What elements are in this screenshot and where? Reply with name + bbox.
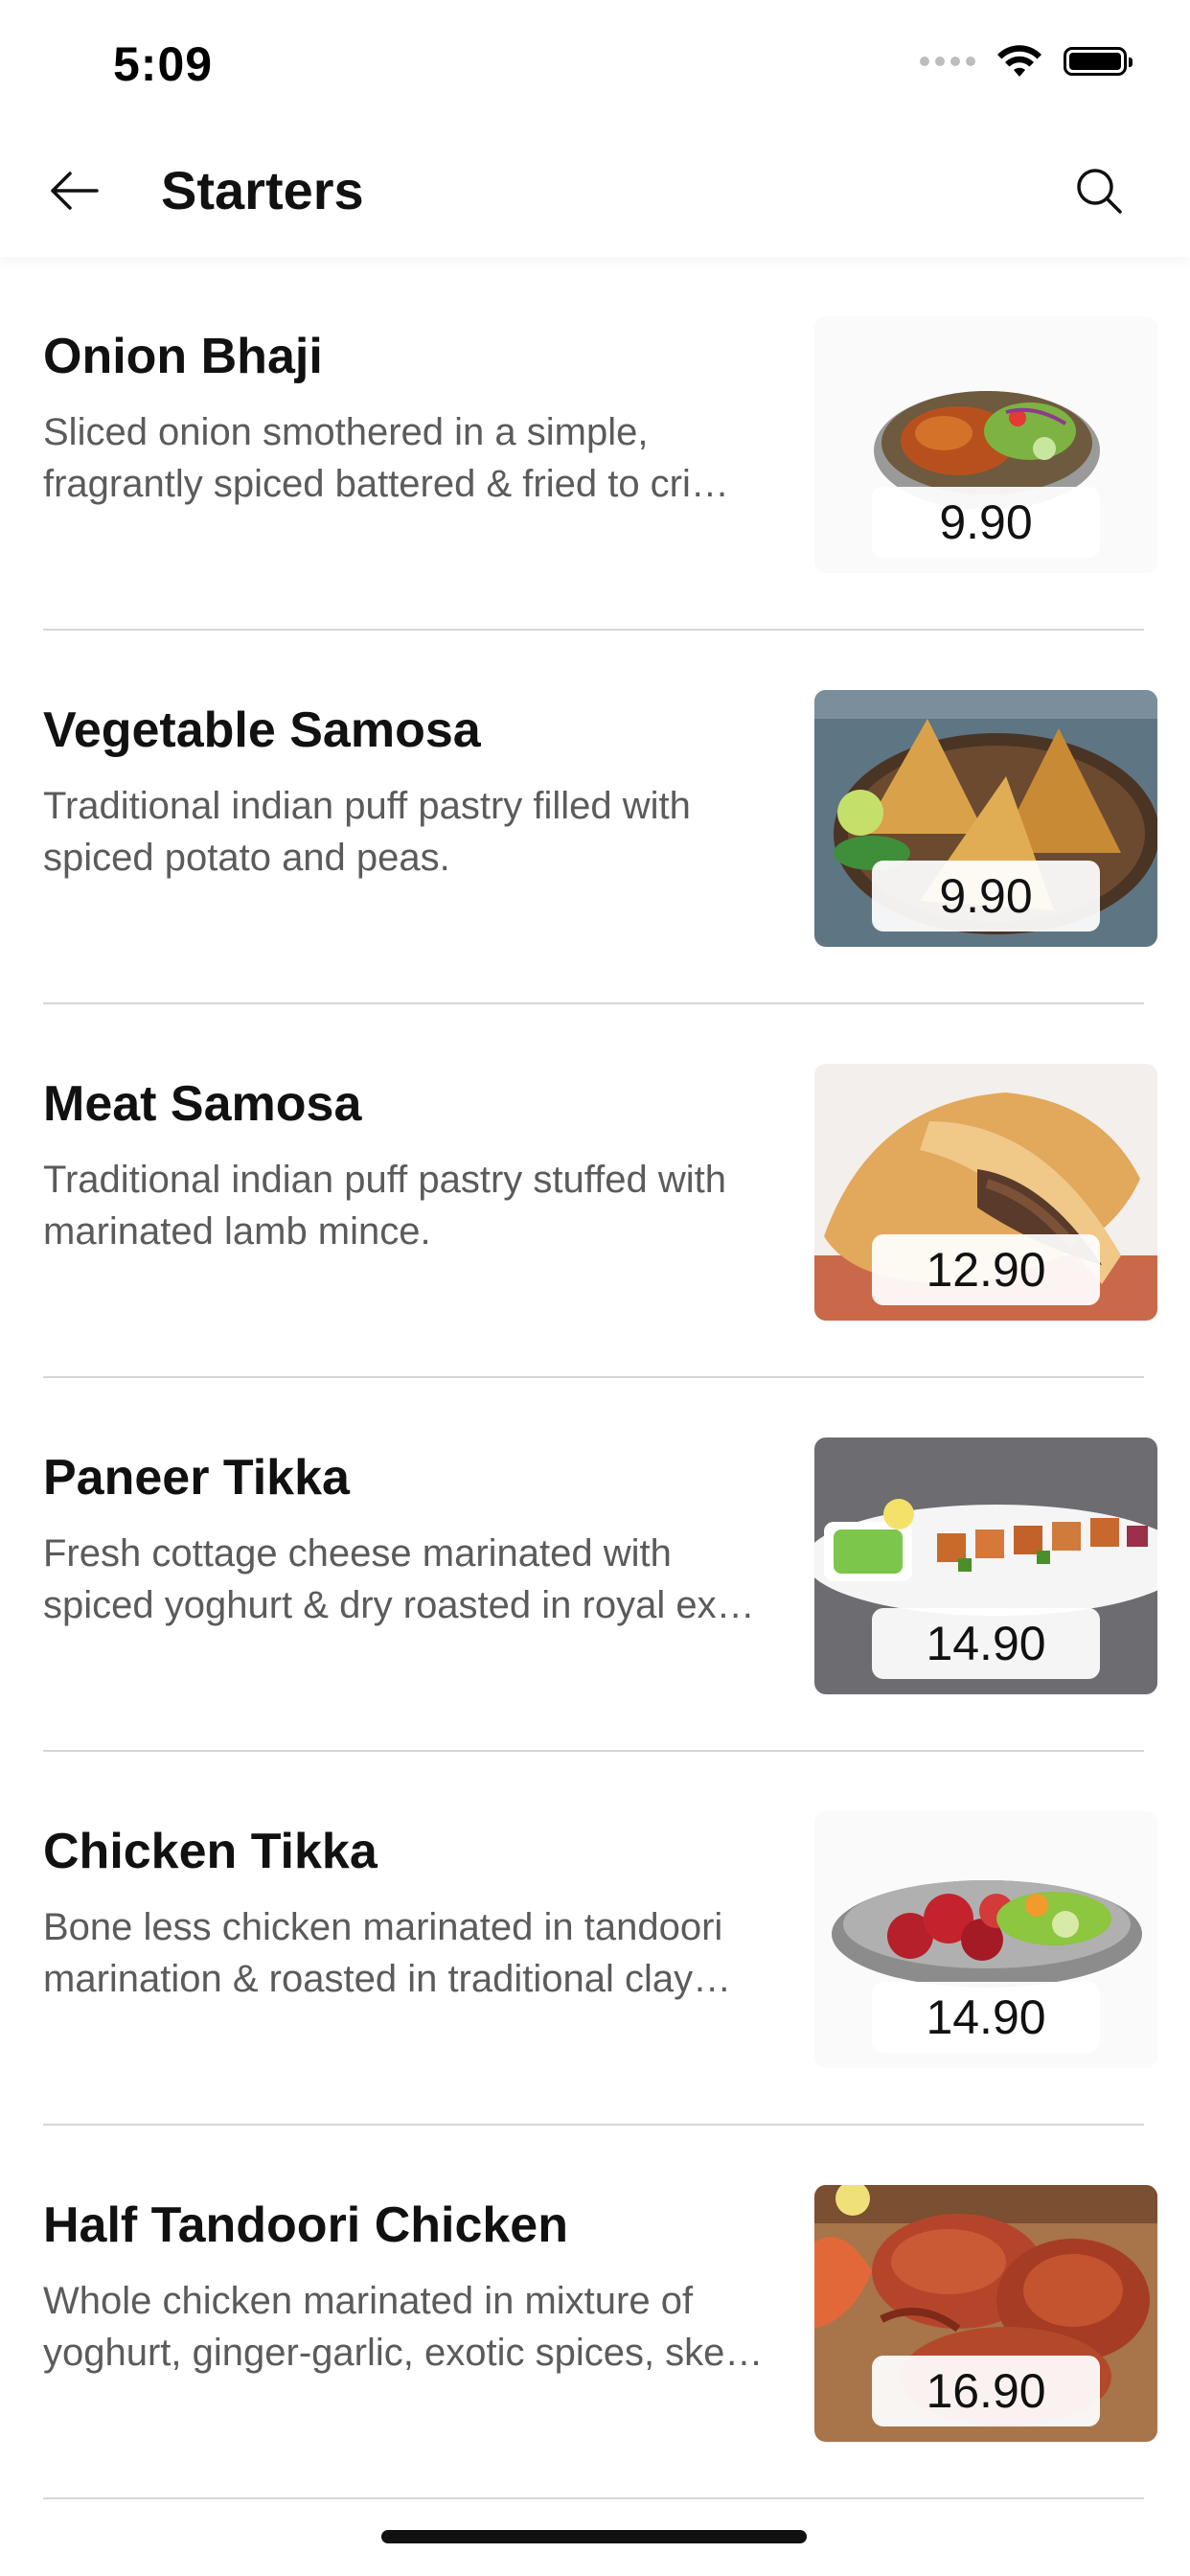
price-badge: 14.90 <box>872 1982 1100 2053</box>
back-button[interactable] <box>38 155 109 226</box>
battery-icon <box>1064 47 1133 76</box>
status-bar: 5:09 <box>0 0 1190 126</box>
item-description: Sliced onion smothered in a simple, frag… <box>43 411 729 505</box>
item-image: 14.90 <box>814 1811 1157 2068</box>
cellular-signal-icon <box>920 57 975 66</box>
item-name: Half Tandoori Chicken <box>43 2197 568 2253</box>
price-badge: 9.90 <box>872 487 1100 558</box>
item-name: Vegetable Samosa <box>43 702 481 758</box>
item-name: Meat Samosa <box>43 1076 362 1132</box>
menu-item[interactable]: Chicken Tikka Bone less chicken marinate… <box>0 1752 1190 2126</box>
item-image: 14.90 <box>814 1438 1157 1694</box>
item-description: Fresh cottage cheese marinated with spic… <box>43 1532 755 1626</box>
item-name: Onion Bhaji <box>43 329 323 384</box>
status-time: 5:09 <box>113 37 214 91</box>
header-bar: Starters <box>0 126 1190 257</box>
item-description: Whole chicken marinated in mixture of yo… <box>43 2280 764 2374</box>
search-button[interactable] <box>1064 155 1134 226</box>
price-badge: 14.90 <box>872 1608 1100 1679</box>
page-title: Starters <box>161 160 364 220</box>
price-badge: 12.90 <box>872 1234 1100 1305</box>
divider <box>43 2497 1144 2499</box>
item-image: 9.90 <box>814 690 1157 947</box>
arrow-left-icon <box>51 172 99 210</box>
item-name: Chicken Tikka <box>43 1824 378 1879</box>
wifi-icon <box>997 45 1041 77</box>
item-name: Paneer Tikka <box>43 1450 350 1506</box>
price-badge: 16.90 <box>872 2356 1100 2426</box>
status-icons <box>920 44 1133 79</box>
item-image: 9.90 <box>814 316 1157 573</box>
search-icon <box>1077 169 1122 214</box>
menu-item[interactable]: Half Tandoori Chicken Whole chicken mari… <box>0 2126 1190 2499</box>
menu-list: Onion Bhaji Sliced onion smothered in a … <box>0 257 1190 2499</box>
item-description: Traditional indian puff pastry filled wi… <box>43 785 691 879</box>
menu-item[interactable]: Onion Bhaji Sliced onion smothered in a … <box>0 257 1190 631</box>
home-indicator[interactable] <box>381 2530 807 2543</box>
item-image: 16.90 <box>814 2185 1157 2442</box>
item-description: Bone less chicken marinated in tandoori … <box>43 1906 732 2000</box>
menu-item[interactable]: Paneer Tikka Fresh cottage cheese marina… <box>0 1378 1190 1752</box>
menu-item[interactable]: Meat Samosa Traditional indian puff past… <box>0 1004 1190 1378</box>
item-image: 12.90 <box>814 1064 1157 1321</box>
price-badge: 9.90 <box>872 861 1100 932</box>
item-description: Traditional indian puff pastry stuffed w… <box>43 1159 727 1253</box>
menu-item[interactable]: Vegetable Samosa Traditional indian puff… <box>0 631 1190 1004</box>
